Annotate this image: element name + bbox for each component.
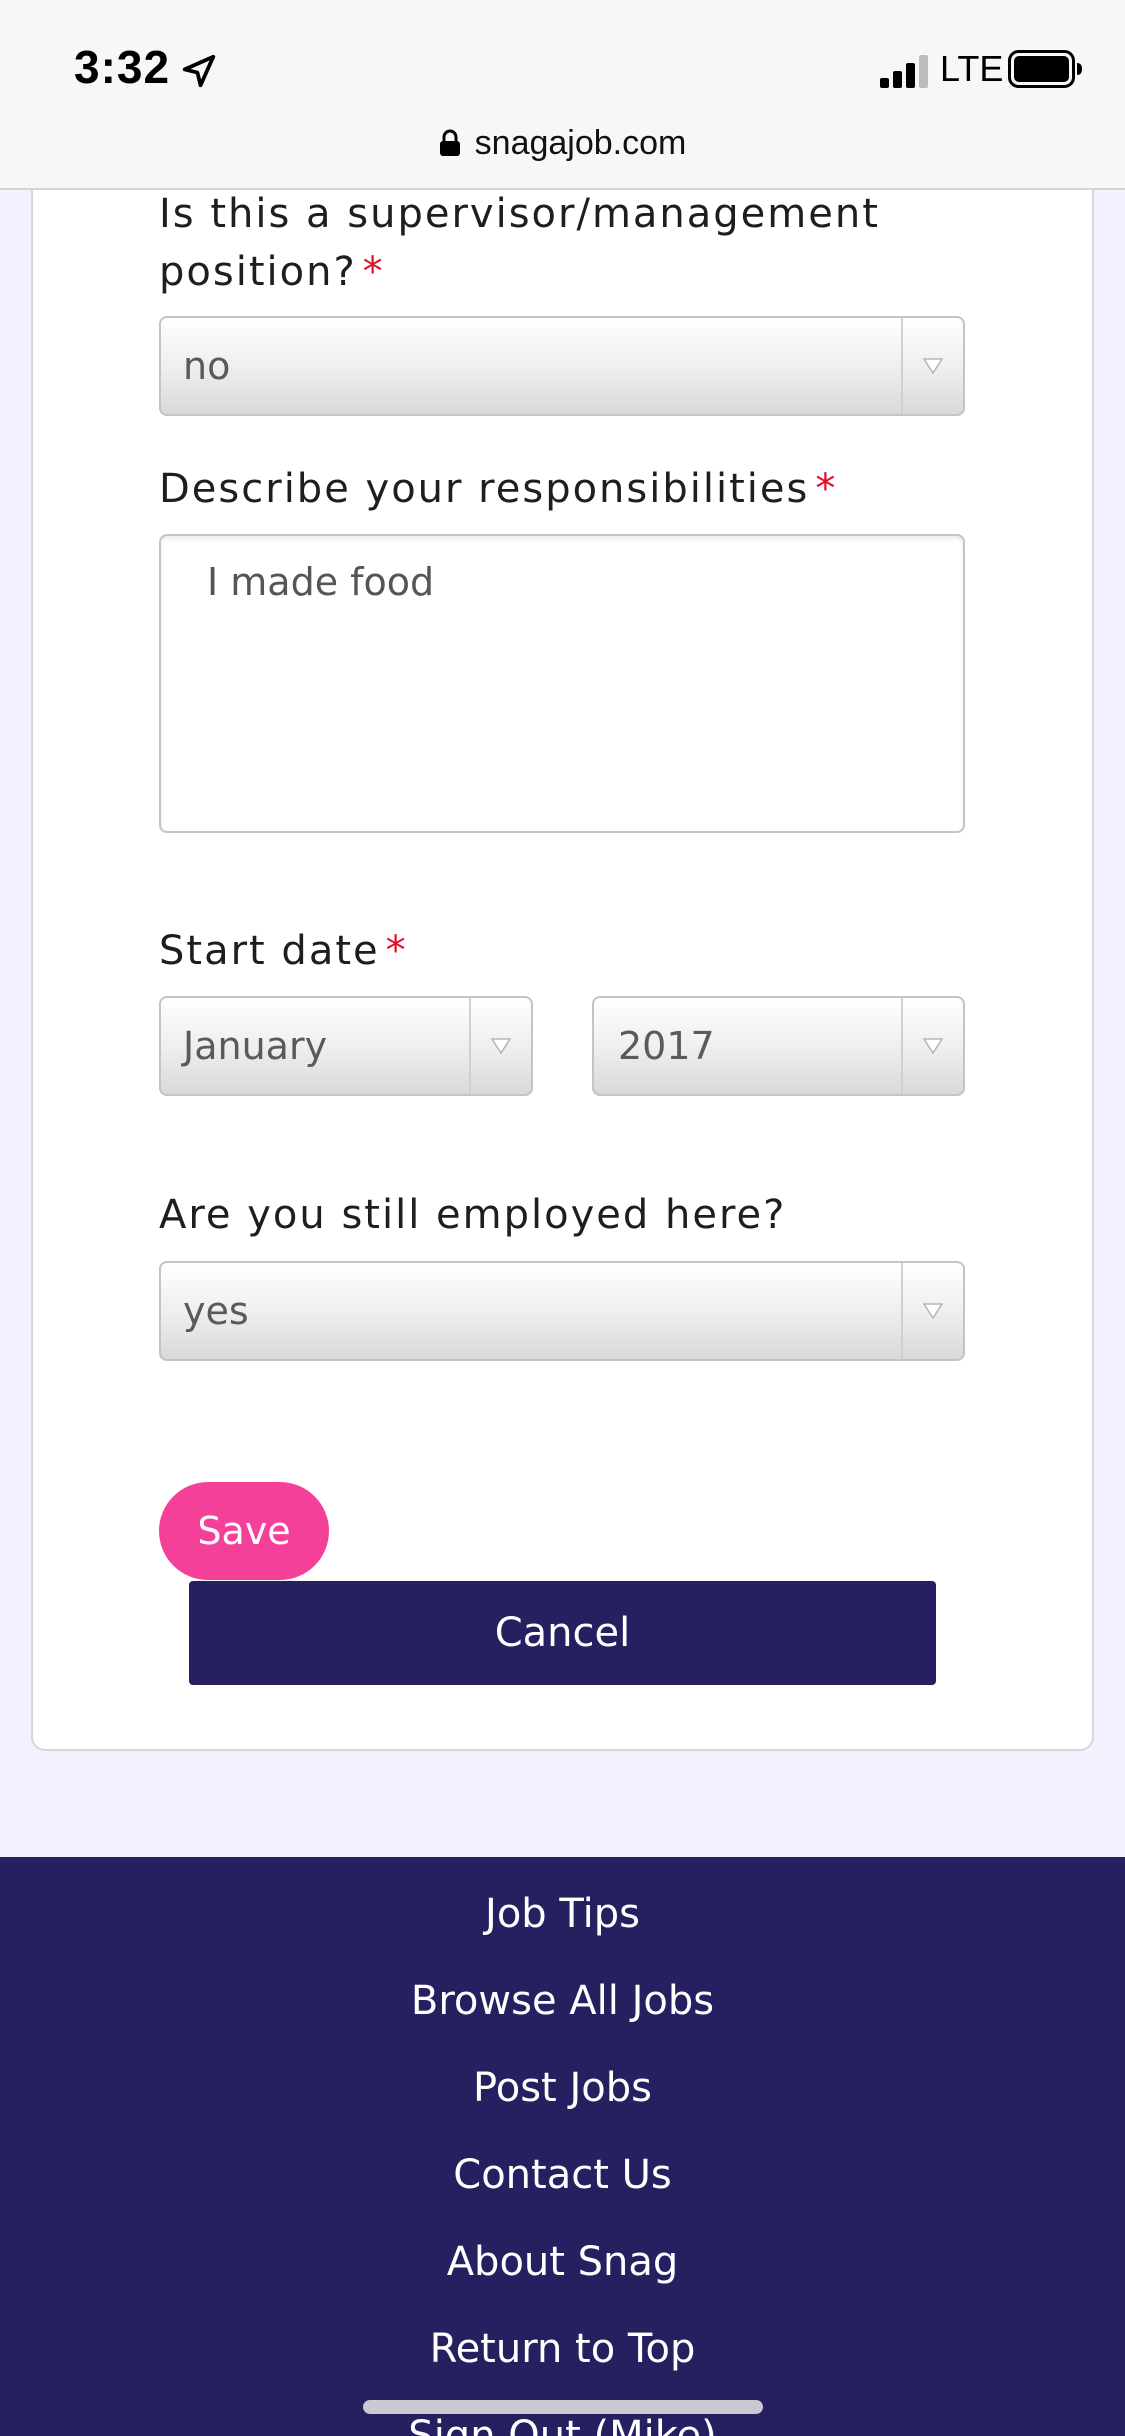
cancel-button[interactable]: Cancel bbox=[189, 1581, 936, 1685]
home-indicator[interactable] bbox=[363, 2400, 763, 2414]
supervisor-label-line2: position? bbox=[159, 249, 357, 295]
footer-link-post-jobs[interactable]: Post Jobs bbox=[0, 2058, 1125, 2118]
still-employed-toggle[interactable] bbox=[901, 1263, 963, 1359]
responsibilities-label: Describe your responsibilities * bbox=[159, 460, 837, 518]
required-asterisk: * bbox=[815, 466, 838, 512]
status-bar: 3:32 LTE snagajob.com bbox=[0, 0, 1125, 190]
supervisor-question-label: Is this a supervisor/management position… bbox=[159, 185, 880, 301]
footer-link-job-tips[interactable]: Job Tips bbox=[0, 1884, 1125, 1944]
responsibilities-label-text: Describe your responsibilities bbox=[159, 466, 810, 512]
start-month-select[interactable]: January bbox=[159, 996, 533, 1096]
supervisor-select-toggle[interactable] bbox=[901, 318, 963, 414]
footer-link-browse-all-jobs[interactable]: Browse All Jobs bbox=[0, 1971, 1125, 2031]
start-date-label-text: Start date bbox=[159, 928, 380, 974]
site-footer: Job Tips Browse All Jobs Post Jobs Conta… bbox=[0, 1857, 1125, 2436]
supervisor-label-line1: Is this a supervisor/management bbox=[159, 191, 880, 237]
footer-link-return-to-top[interactable]: Return to Top bbox=[0, 2319, 1125, 2379]
status-time: 3:32 bbox=[74, 41, 171, 93]
battery-icon bbox=[1008, 50, 1082, 88]
start-month-value: January bbox=[183, 1024, 328, 1068]
network-type: LTE bbox=[940, 48, 1004, 89]
start-month-toggle[interactable] bbox=[469, 998, 531, 1094]
start-year-value: 2017 bbox=[618, 1024, 715, 1068]
still-employed-value: yes bbox=[183, 1289, 249, 1333]
location-arrow-icon bbox=[182, 54, 216, 88]
chevron-down-icon bbox=[923, 358, 943, 374]
chevron-down-icon bbox=[923, 1038, 943, 1054]
required-asterisk: * bbox=[362, 249, 385, 295]
still-employed-label: Are you still employed here? bbox=[159, 1192, 787, 1238]
supervisor-select[interactable]: no bbox=[159, 316, 965, 416]
save-button[interactable]: Save bbox=[159, 1482, 329, 1580]
responsibilities-textarea[interactable]: I made food bbox=[159, 534, 965, 833]
lock-icon bbox=[439, 129, 460, 156]
still-employed-select[interactable]: yes bbox=[159, 1261, 965, 1361]
cellular-signal-icon bbox=[880, 55, 928, 88]
address-bar[interactable]: snagajob.com bbox=[0, 116, 1125, 170]
chevron-down-icon bbox=[491, 1038, 511, 1054]
start-year-toggle[interactable] bbox=[901, 998, 963, 1094]
footer-link-about-snag[interactable]: About Snag bbox=[0, 2232, 1125, 2292]
footer-link-contact-us[interactable]: Contact Us bbox=[0, 2145, 1125, 2205]
url-text: snagajob.com bbox=[474, 123, 687, 162]
responsibilities-textarea-value: I made food bbox=[207, 560, 435, 604]
start-date-label: Start date * bbox=[159, 922, 408, 980]
required-asterisk: * bbox=[385, 928, 408, 974]
start-year-select[interactable]: 2017 bbox=[592, 996, 965, 1096]
chevron-down-icon bbox=[923, 1303, 943, 1319]
supervisor-select-value: no bbox=[183, 344, 231, 388]
